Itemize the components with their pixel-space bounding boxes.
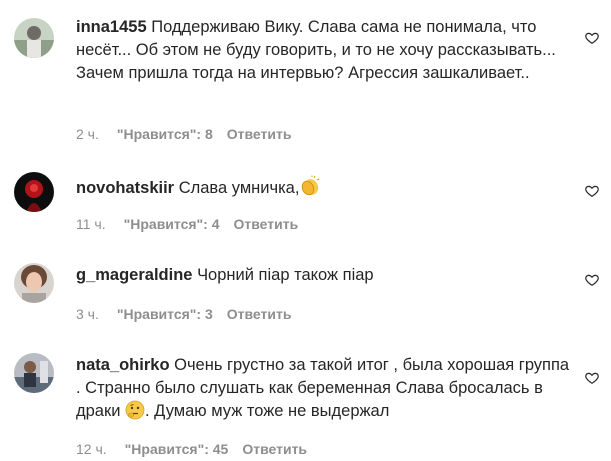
comment-likes[interactable]: "Нравится": 8 (117, 126, 213, 142)
comment-body-continued: . Думаю муж тоже не выдержал (145, 402, 390, 420)
heart-outline-icon[interactable] (585, 184, 599, 198)
comment-time[interactable]: 2 ч. (76, 126, 99, 142)
comment-body: Чорний піар також піар (197, 266, 374, 284)
heart-outline-icon[interactable] (585, 31, 599, 45)
comment-item: g_mageraldine Чорний піар також піар 3 ч… (0, 250, 611, 340)
comment-body: Поддерживаю Вику. Слава сама не понимала… (76, 18, 556, 82)
reply-button[interactable]: Ответить (234, 216, 299, 232)
comment-meta: 2 ч. "Нравится": 8 Ответить (76, 125, 291, 143)
comment-time[interactable]: 3 ч. (76, 306, 99, 322)
comment-item: inna1455 Поддерживаю Вику. Слава сама не… (0, 0, 611, 155)
comment-body: Слава умничка, (178, 179, 300, 197)
clapping-hands-icon (299, 175, 321, 204)
comment-meta: 3 ч. "Нравится": 3 Ответить (76, 305, 291, 323)
comment-text: novohatskiir Слава умничка, (76, 175, 574, 204)
comment-meta: 12 ч. "Нравится": 45 Ответить (76, 440, 307, 458)
comment-likes[interactable]: "Нравится": 45 (125, 441, 229, 457)
comment-username[interactable]: nata_ohirko (76, 356, 170, 374)
comment-likes[interactable]: "Нравится": 3 (117, 306, 213, 322)
comment-username[interactable]: novohatskiir (76, 179, 174, 197)
reply-button[interactable]: Ответить (242, 441, 307, 457)
comment-username[interactable]: g_mageraldine (76, 266, 192, 284)
comment-text: inna1455 Поддерживаю Вику. Слава сама не… (76, 16, 574, 85)
comment-username[interactable]: inna1455 (76, 18, 147, 36)
comment-time[interactable]: 11 ч. (76, 216, 106, 232)
comment-text: nata_ohirko Очень грустно за такой итог … (76, 354, 574, 427)
reply-button[interactable]: Ответить (227, 126, 292, 142)
avatar[interactable] (14, 263, 54, 303)
avatar[interactable] (14, 353, 54, 393)
avatar[interactable] (14, 172, 54, 212)
reply-button[interactable]: Ответить (227, 306, 292, 322)
heart-outline-icon[interactable] (585, 371, 599, 385)
comment-likes[interactable]: "Нравится": 4 (124, 216, 220, 232)
comment-text: g_mageraldine Чорний піар також піар (76, 264, 574, 287)
comment-time[interactable]: 12 ч. (76, 441, 107, 457)
thinking-face-icon (125, 400, 145, 427)
avatar[interactable] (14, 18, 54, 58)
comment-item: novohatskiir Слава умничка, 11 ч. "Нравит… (0, 155, 611, 250)
comment-item: nata_ohirko Очень грустно за такой итог … (0, 340, 611, 461)
heart-outline-icon[interactable] (585, 273, 599, 287)
comment-meta: 11 ч. "Нравится": 4 Ответить (76, 215, 298, 233)
